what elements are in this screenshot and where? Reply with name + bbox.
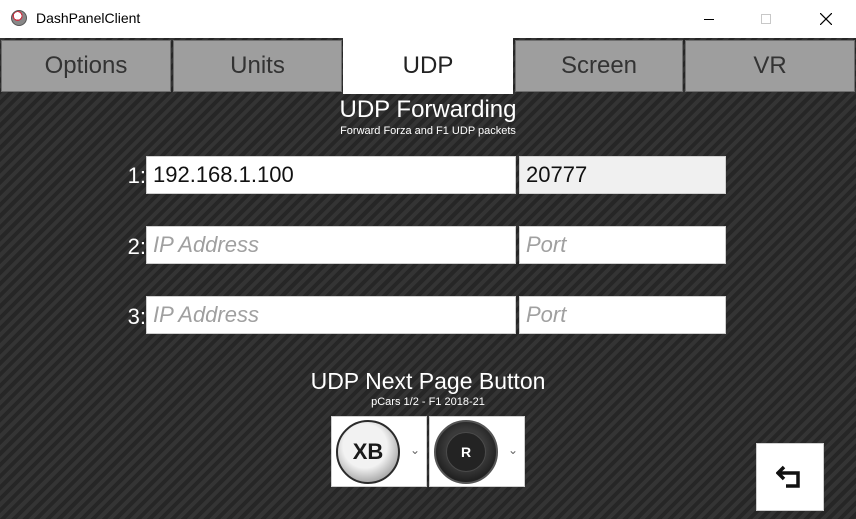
close-button[interactable] [797,0,855,38]
udp-forwarding-subtitle: Forward Forza and F1 UDP packets [340,125,516,137]
close-icon [820,13,832,25]
row-label-2: 2: [127,234,146,259]
row-label-1: 1: [127,163,146,188]
tab-options[interactable]: Options [1,40,171,92]
port-input-2[interactable] [519,226,726,264]
next-page-button-dropdown[interactable]: R ⌄ [429,416,525,487]
window-title: DashPanelClient [36,10,141,26]
r-button-icon: R [434,420,498,484]
main-panel: Options Units UDP Screen VR UDP Forwardi… [0,38,856,519]
udp-forwarding-title: UDP Forwarding [339,96,517,123]
ip-address-input-2[interactable] [146,226,516,264]
tab-units[interactable]: Units [173,40,342,92]
row-label-3: 3: [127,304,146,329]
tab-bar: Options Units UDP Screen VR [0,38,856,94]
minimize-icon [704,18,714,20]
chevron-down-icon: ⌄ [507,443,518,457]
title-bar: DashPanelClient [0,0,856,39]
minimize-button[interactable] [680,0,738,38]
controller-type-dropdown[interactable]: XB ⌄ [331,416,427,487]
back-arrow-icon [776,465,800,488]
back-button[interactable] [756,443,824,511]
xbox-controller-icon: XB [336,420,400,484]
port-input-3[interactable] [519,296,726,334]
ip-address-input-3[interactable] [146,296,516,334]
r-button-label: R [446,432,486,472]
port-input-1[interactable] [519,156,726,194]
app-icon [11,10,27,26]
chevron-down-icon: ⌄ [409,443,420,457]
tab-screen[interactable]: Screen [515,40,683,92]
maximize-icon [761,14,771,24]
next-page-subtitle: pCars 1/2 - F1 2018-21 [371,396,485,408]
next-page-title: UDP Next Page Button [310,368,546,394]
ip-address-input-1[interactable] [146,156,516,194]
maximize-button[interactable] [737,0,795,38]
tab-udp[interactable]: UDP [343,38,513,94]
tab-vr[interactable]: VR [685,40,855,92]
